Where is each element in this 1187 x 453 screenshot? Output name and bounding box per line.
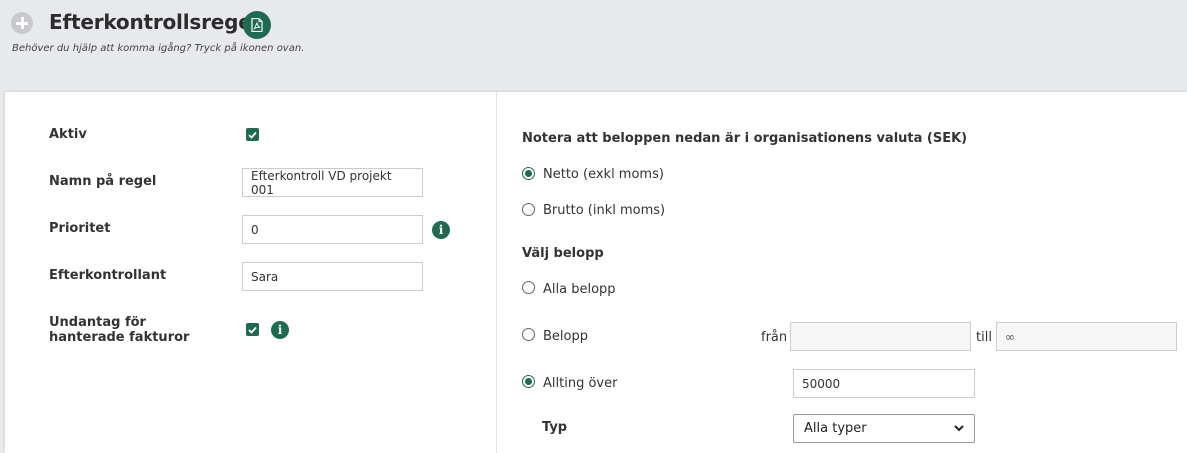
page-header: Efterkontrollsregel Behöver du hjälp att… [0, 0, 1187, 92]
all-amounts-label[interactable]: Alla belopp [543, 282, 616, 297]
exception-checkbox[interactable] [246, 323, 259, 336]
checkmark-icon [248, 326, 257, 334]
info-icon[interactable]: i [432, 221, 450, 239]
priority-input[interactable]: 0 [242, 215, 423, 244]
range-radio[interactable] [522, 328, 535, 341]
type-label: Typ [542, 420, 568, 435]
rule-name-label: Namn på regel [49, 174, 157, 189]
controller-input[interactable]: Sara [242, 262, 423, 291]
net-label[interactable]: Netto (exkl moms) [543, 167, 664, 182]
rule-form-panel: Aktiv Namn på regel Efterkontroll VD pro… [5, 92, 1187, 453]
controller-label: Efterkontrollant [49, 268, 167, 283]
chevron-down-icon [954, 425, 964, 432]
type-select-value: Alla typer [804, 421, 867, 436]
to-amount-input[interactable]: ∞ [996, 322, 1177, 351]
from-amount-input[interactable] [790, 322, 971, 351]
above-label[interactable]: Allting över [543, 376, 617, 391]
to-label: till [976, 330, 992, 345]
from-label: från [761, 330, 788, 345]
pdf-document-icon [251, 18, 263, 32]
checkmark-icon [248, 131, 257, 139]
exception-label: Undantag för hanterade fakturor [49, 315, 190, 345]
help-text: Behöver du hjälp att komma igång? Tryck … [12, 43, 305, 54]
plus-circle-icon[interactable] [11, 12, 33, 34]
gross-radio[interactable] [522, 203, 535, 216]
gross-label[interactable]: Brutto (inkl moms) [543, 203, 665, 218]
active-checkbox[interactable] [246, 128, 259, 141]
column-divider [496, 92, 497, 453]
net-radio[interactable] [522, 167, 535, 180]
range-label[interactable]: Belopp [543, 329, 588, 344]
above-radio[interactable] [522, 375, 535, 388]
above-amount-input[interactable]: 50000 [793, 369, 975, 398]
all-amounts-radio[interactable] [522, 281, 535, 294]
type-select[interactable]: Alla typer [793, 414, 975, 443]
rule-name-input[interactable]: Efterkontroll VD projekt 001 [242, 168, 423, 197]
choose-amount-heading: Välj belopp [522, 246, 604, 261]
priority-label: Prioritet [49, 221, 111, 236]
info-icon[interactable]: i [271, 321, 289, 339]
currency-note: Notera att beloppen nedan är i organisat… [522, 131, 968, 146]
pdf-help-button[interactable] [243, 11, 271, 39]
active-label: Aktiv [49, 127, 87, 142]
page-title: Efterkontrollsregel [49, 10, 259, 34]
